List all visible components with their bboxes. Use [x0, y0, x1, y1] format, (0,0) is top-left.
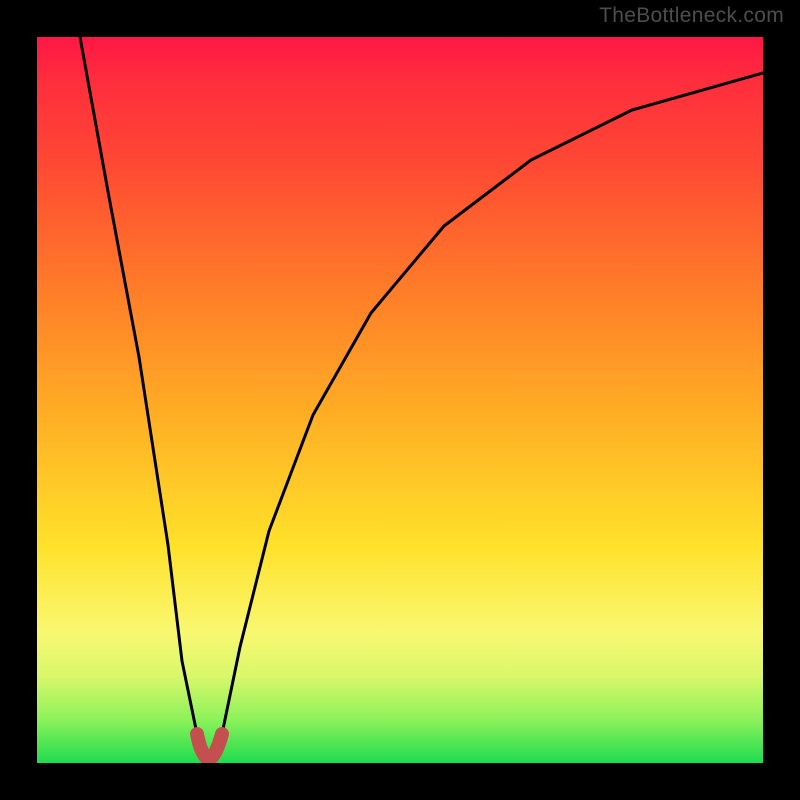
chart-frame: TheBottleneck.com [0, 0, 800, 800]
watermark-text: TheBottleneck.com [599, 4, 784, 28]
curve-path [80, 37, 763, 763]
plot-area [37, 37, 763, 763]
bottleneck-curve [37, 37, 763, 763]
minimum-marker [197, 734, 222, 759]
